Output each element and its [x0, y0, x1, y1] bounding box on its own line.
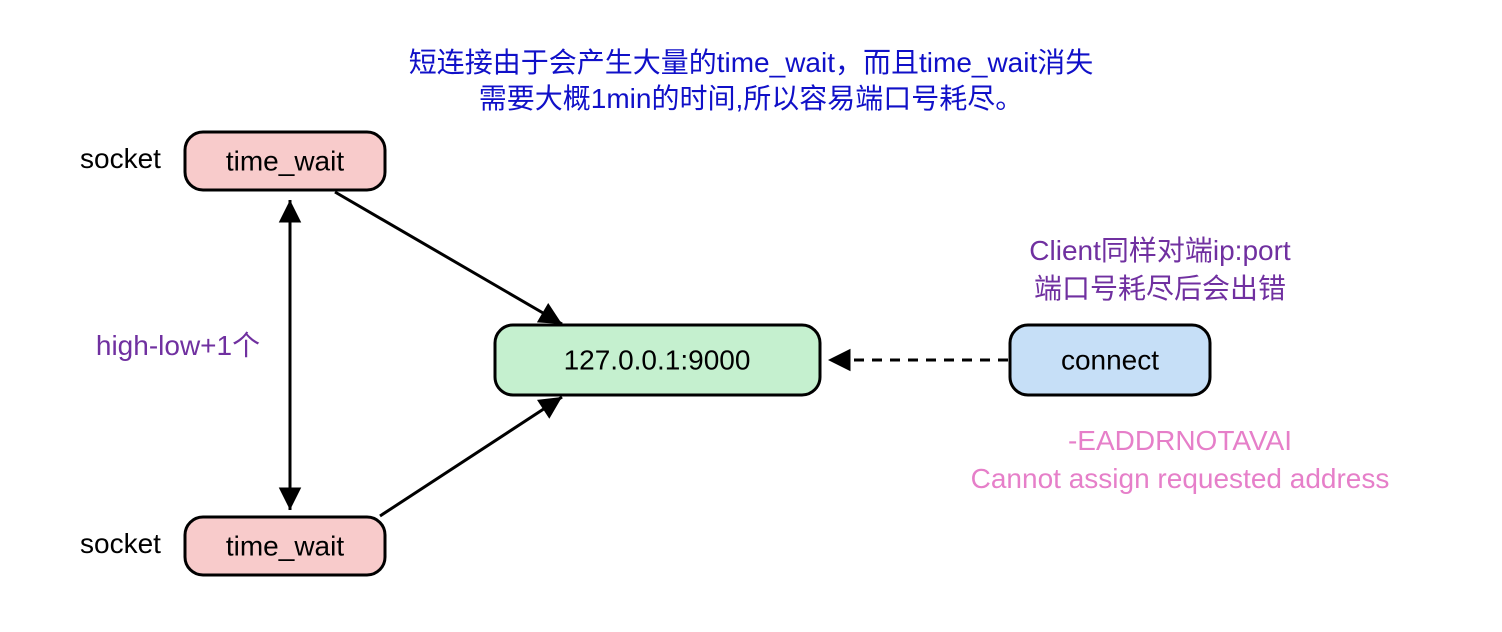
node-server-label: 127.0.0.1:9000 [564, 344, 751, 375]
diagram-canvas: 短连接由于会产生大量的time_wait，而且time_wait消失 需要大概1… [0, 0, 1502, 632]
title-line1: 短连接由于会产生大量的time_wait，而且time_wait消失 [409, 47, 1094, 78]
error-line2: Cannot assign requested address [971, 463, 1390, 494]
arrow-top-to-server [335, 192, 562, 324]
node-time-wait-bottom: time_wait [185, 517, 385, 575]
error-line1: -EADDRNOTAVAI [1068, 425, 1292, 456]
node-connect-label: connect [1061, 344, 1159, 375]
node-server: 127.0.0.1:9000 [495, 325, 820, 395]
title-line2: 需要大概1min的时间,所以容易端口号耗尽。 [479, 83, 1023, 114]
range-label: high-low+1个 [96, 330, 260, 361]
node-time-wait-top: time_wait [185, 132, 385, 190]
node-time-wait-top-label: time_wait [226, 145, 344, 176]
node-time-wait-bottom-label: time_wait [226, 530, 344, 561]
node-connect: connect [1010, 325, 1210, 395]
client-note-line1: Client同样对端ip:port [1029, 235, 1291, 266]
socket-label-bottom: socket [80, 528, 161, 559]
socket-label-top: socket [80, 143, 161, 174]
arrow-bottom-to-server [380, 397, 562, 516]
client-note-line2: 端口号耗尽后会出错 [1034, 273, 1286, 304]
